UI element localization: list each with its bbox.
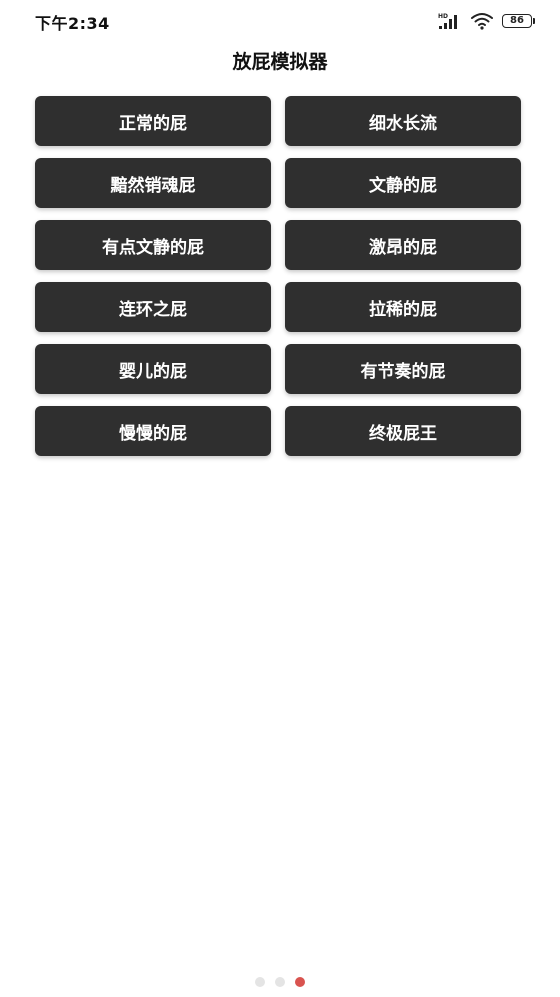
- network-type-label: HD: [438, 13, 448, 20]
- page-dot-1[interactable]: [255, 977, 265, 987]
- sound-button[interactable]: 连环之屁: [35, 282, 271, 332]
- page-title: 放屁模拟器: [232, 51, 328, 73]
- sound-button[interactable]: 有点文静的屁: [35, 220, 271, 270]
- sound-button[interactable]: 有节奏的屁: [285, 344, 521, 394]
- status-bar: 下午2:34 HD 86: [0, 0, 560, 42]
- wifi-icon: [471, 13, 493, 30]
- signal-icon: HD: [438, 13, 457, 29]
- page-dot-2[interactable]: [275, 977, 285, 987]
- sound-button[interactable]: 激昂的屁: [285, 220, 521, 270]
- sound-button[interactable]: 文静的屁: [285, 158, 521, 208]
- page-dot-3-active[interactable]: [295, 977, 305, 987]
- sound-button[interactable]: 婴儿的屁: [35, 344, 271, 394]
- battery-icon: 86: [502, 14, 535, 28]
- page-indicator: [0, 977, 560, 987]
- sound-button[interactable]: 正常的屁: [35, 96, 271, 146]
- battery-level: 86: [510, 15, 524, 26]
- sound-button[interactable]: 终极屁王: [285, 406, 521, 456]
- sound-button-grid: 正常的屁 细水长流 黯然销魂屁 文静的屁 有点文静的屁 激昂的屁 连环之屁 拉稀…: [35, 96, 521, 456]
- status-time: 下午2:34: [35, 14, 110, 33]
- sound-button[interactable]: 细水长流: [285, 96, 521, 146]
- sound-button[interactable]: 慢慢的屁: [35, 406, 271, 456]
- sound-button[interactable]: 黯然销魂屁: [35, 158, 271, 208]
- status-icons: HD 86: [438, 11, 535, 31]
- sound-button[interactable]: 拉稀的屁: [285, 282, 521, 332]
